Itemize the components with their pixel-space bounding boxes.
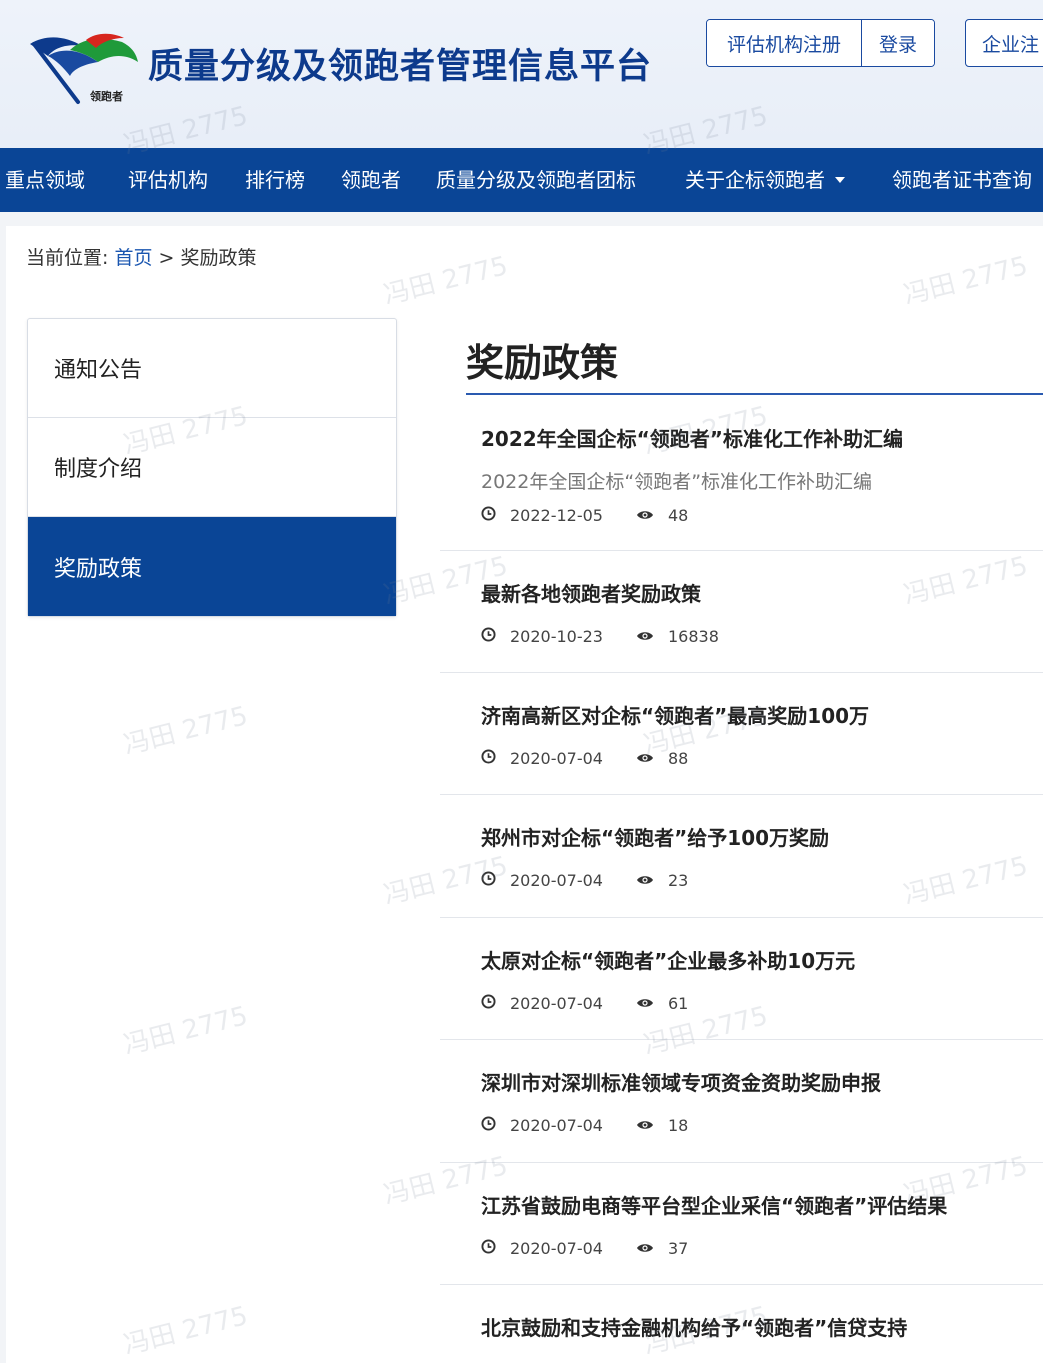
article-views: 61 <box>636 994 688 1013</box>
breadcrumb-home-link[interactable]: 首页 <box>114 247 152 269</box>
article-list: 2022年全国企标“领跑者”标准化工作补助汇编 2022年全国企标“领跑者”标准… <box>440 396 1043 1363</box>
article-meta: 2020-07-04 37 <box>481 1239 688 1258</box>
article-date: 2020-07-04 <box>510 1116 603 1135</box>
eye-icon <box>636 994 654 1013</box>
eye-icon <box>636 506 654 525</box>
article-views: 16838 <box>636 627 719 646</box>
article-title[interactable]: 北京鼓励和支持金融机构给予“领跑者”信贷支持 <box>481 1312 1043 1341</box>
breadcrumb-current: 奖励政策 <box>180 247 257 269</box>
flag-logo-icon[interactable] <box>26 32 142 112</box>
article-meta: 2020-07-04 23 <box>481 871 688 890</box>
nav-item-rankings[interactable]: 排行榜 <box>245 148 305 212</box>
logo-caption: 领跑者 <box>90 90 123 103</box>
nav-label: 排行榜 <box>245 168 305 192</box>
article-views: 88 <box>636 749 688 768</box>
article-views: 48 <box>636 506 688 525</box>
article-date: 2020-10-23 <box>510 627 603 646</box>
article-date: 2020-07-04 <box>510 871 603 890</box>
article-item[interactable]: 2022年全国企标“领跑者”标准化工作补助汇编 2022年全国企标“领跑者”标准… <box>440 396 1043 551</box>
article-views: 18 <box>636 1116 688 1135</box>
nav-item-certificate-query[interactable]: 领跑者证书查询 <box>892 148 1032 212</box>
article-item[interactable]: 郑州市对企标“领跑者”给予100万奖励 2020-07-04 23 <box>440 795 1043 918</box>
view-count: 61 <box>668 994 689 1013</box>
nav-label: 领跑者 <box>341 168 401 192</box>
article-title[interactable]: 江苏省鼓励电商等平台型企业采信“领跑者”评估结果 <box>481 1190 1043 1219</box>
article-title[interactable]: 太原对企标“领跑者”企业最多补助10万元 <box>481 945 1043 974</box>
nav-label: 质量分级及领跑者团标 <box>436 168 636 192</box>
clock-icon <box>481 1116 496 1135</box>
page-title: 奖励政策 <box>466 341 619 385</box>
nav-item-agencies[interactable]: 评估机构 <box>128 148 208 212</box>
enterprise-register-button[interactable]: 企业注 <box>965 19 1043 67</box>
sidebar-item-reward-policy[interactable]: 奖励政策 <box>28 517 396 616</box>
eye-icon <box>636 871 654 890</box>
article-title[interactable]: 济南高新区对企标“领跑者”最高奖励100万 <box>481 700 1043 729</box>
login-button[interactable]: 登录 <box>862 20 934 66</box>
clock-icon <box>481 749 496 768</box>
article-title[interactable]: 2022年全国企标“领跑者”标准化工作补助汇编 <box>481 423 1043 452</box>
clock-icon <box>481 627 496 646</box>
title-divider <box>466 393 1043 395</box>
article-date: 2020-07-04 <box>510 749 603 768</box>
article-date: 2022-12-05 <box>510 506 603 525</box>
sidebar-item-notices[interactable]: 通知公告 <box>28 319 396 418</box>
nav-label: 关于企标领跑者 <box>685 168 825 192</box>
article-meta: 2020-10-23 16838 <box>481 627 719 646</box>
breadcrumb-prefix: 当前位置: <box>26 247 109 269</box>
article-summary: 2022年全国企标“领跑者”标准化工作补助汇编 <box>481 471 873 493</box>
view-count: 48 <box>668 506 689 525</box>
article-title[interactable]: 郑州市对企标“领跑者”给予100万奖励 <box>481 822 1043 851</box>
article-meta: 2020-07-04 18 <box>481 1116 688 1135</box>
view-count: 18 <box>668 1116 689 1135</box>
article-meta: 2020-07-04 88 <box>481 749 688 768</box>
article-title[interactable]: 深圳市对深圳标准领域专项资金资助奖励申报 <box>481 1067 1043 1096</box>
register-agency-button[interactable]: 评估机构注册 <box>707 20 862 66</box>
caret-down-icon <box>835 176 845 183</box>
article-date: 2020-07-04 <box>510 994 603 1013</box>
view-count: 16838 <box>668 627 719 646</box>
eye-icon <box>636 627 654 646</box>
clock-icon <box>481 994 496 1013</box>
article-views: 23 <box>636 871 688 890</box>
article-meta: 2022-12-05 48 <box>481 506 688 525</box>
sidebar-item-system-intro[interactable]: 制度介绍 <box>28 418 396 517</box>
clock-icon <box>481 871 496 890</box>
clock-icon <box>481 506 496 525</box>
article-views: 37 <box>636 1239 688 1258</box>
article-item[interactable]: 太原对企标“领跑者”企业最多补助10万元 2020-07-04 61 <box>440 918 1043 1040</box>
clock-icon <box>481 1239 496 1258</box>
eye-icon <box>636 1116 654 1135</box>
eye-icon <box>636 749 654 768</box>
auth-button-group: 评估机构注册 登录 <box>706 19 935 67</box>
nav-item-group-standards[interactable]: 质量分级及领跑者团标 <box>436 148 636 212</box>
article-title[interactable]: 最新各地领跑者奖励政策 <box>481 578 1043 607</box>
breadcrumb-separator: > <box>158 247 175 269</box>
breadcrumb: 当前位置: 首页 > 奖励政策 <box>26 243 257 270</box>
nav-label: 评估机构 <box>128 168 208 192</box>
view-count: 37 <box>668 1239 689 1258</box>
article-item[interactable]: 济南高新区对企标“领跑者”最高奖励100万 2020-07-04 88 <box>440 673 1043 795</box>
nav-item-about[interactable]: 关于企标领跑者 <box>685 148 845 212</box>
article-date: 2020-07-04 <box>510 1239 603 1258</box>
site-title[interactable]: 质量分级及领跑者管理信息平台 <box>148 38 652 89</box>
nav-label: 重点领域 <box>5 168 85 192</box>
main-nav: 重点领域 评估机构 排行榜 领跑者 质量分级及领跑者团标 关于企标领跑者 领跑者… <box>0 148 1043 212</box>
nav-item-key-areas[interactable]: 重点领域 <box>5 148 85 212</box>
view-count: 88 <box>668 749 689 768</box>
site-header: 领跑者 质量分级及领跑者管理信息平台 评估机构注册 登录 企业注 <box>0 0 1043 148</box>
nav-item-leaders[interactable]: 领跑者 <box>341 148 401 212</box>
view-count: 23 <box>668 871 689 890</box>
article-item[interactable]: 江苏省鼓励电商等平台型企业采信“领跑者”评估结果 2020-07-04 37 <box>440 1163 1043 1285</box>
sidebar-menu: 通知公告 制度介绍 奖励政策 <box>27 318 397 617</box>
article-meta: 2020-07-04 61 <box>481 994 688 1013</box>
eye-icon <box>636 1239 654 1258</box>
article-item[interactable]: 北京鼓励和支持金融机构给予“领跑者”信贷支持 <box>440 1285 1043 1363</box>
article-item[interactable]: 深圳市对深圳标准领域专项资金资助奖励申报 2020-07-04 18 <box>440 1040 1043 1163</box>
article-item[interactable]: 最新各地领跑者奖励政策 2020-10-23 16838 <box>440 551 1043 673</box>
nav-label: 领跑者证书查询 <box>892 168 1032 192</box>
